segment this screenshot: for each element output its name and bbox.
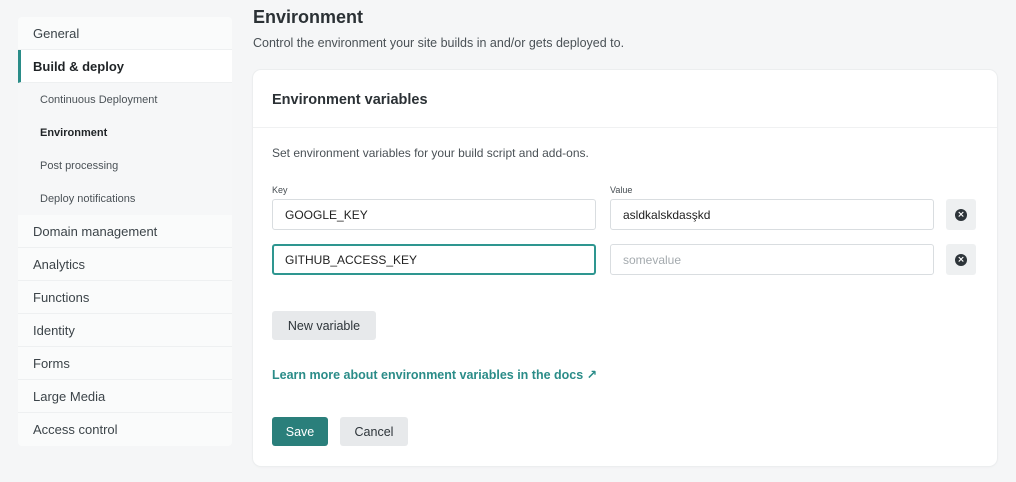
sidebar-item-domain-management[interactable]: Domain management bbox=[18, 215, 232, 248]
value-column-label: Value bbox=[610, 185, 633, 195]
key-column-label: Key bbox=[272, 185, 288, 195]
sidebar-item-functions[interactable]: Functions bbox=[18, 281, 232, 314]
card-title: Environment variables bbox=[272, 92, 428, 108]
sidebar-item-access-control[interactable]: Access control bbox=[18, 413, 232, 446]
sidebar-subitem-deploy-notifications[interactable]: Deploy notifications bbox=[18, 182, 232, 215]
env-value-input[interactable] bbox=[610, 199, 934, 230]
env-value-input[interactable] bbox=[610, 244, 934, 275]
env-key-input[interactable] bbox=[272, 244, 596, 275]
sidebar-subitem-environment[interactable]: Environment bbox=[18, 116, 232, 149]
card-divider bbox=[253, 127, 997, 128]
save-button[interactable]: Save bbox=[272, 417, 328, 446]
remove-variable-button[interactable]: × bbox=[946, 244, 976, 275]
sidebar-subitem-continuous-deployment[interactable]: Continuous Deployment bbox=[18, 83, 232, 116]
settings-sidebar: General Build & deploy Continuous Deploy… bbox=[18, 17, 232, 446]
sidebar-subitem-post-processing[interactable]: Post processing bbox=[18, 149, 232, 182]
sidebar-item-general[interactable]: General bbox=[18, 17, 232, 50]
env-docs-link[interactable]: Learn more about environment variables i… bbox=[272, 367, 597, 382]
close-circle-icon: × bbox=[955, 253, 967, 266]
close-circle-icon: × bbox=[955, 208, 967, 221]
sidebar-subnav: Continuous Deployment Environment Post p… bbox=[18, 83, 232, 215]
cancel-button[interactable]: Cancel bbox=[340, 417, 408, 446]
new-variable-button[interactable]: New variable bbox=[272, 311, 376, 340]
sidebar-item-identity[interactable]: Identity bbox=[18, 314, 232, 347]
sidebar-item-build-deploy[interactable]: Build & deploy bbox=[18, 50, 232, 83]
page-title: Environment bbox=[253, 7, 364, 27]
remove-variable-button[interactable]: × bbox=[946, 199, 976, 230]
card-description: Set environment variables for your build… bbox=[272, 146, 589, 160]
env-key-input[interactable] bbox=[272, 199, 596, 230]
sidebar-item-large-media[interactable]: Large Media bbox=[18, 380, 232, 413]
sidebar-item-analytics[interactable]: Analytics bbox=[18, 248, 232, 281]
env-variables-card: Environment variables Set environment va… bbox=[253, 70, 997, 466]
page-description: Control the environment your site builds… bbox=[253, 36, 625, 50]
sidebar-item-forms[interactable]: Forms bbox=[18, 347, 232, 380]
